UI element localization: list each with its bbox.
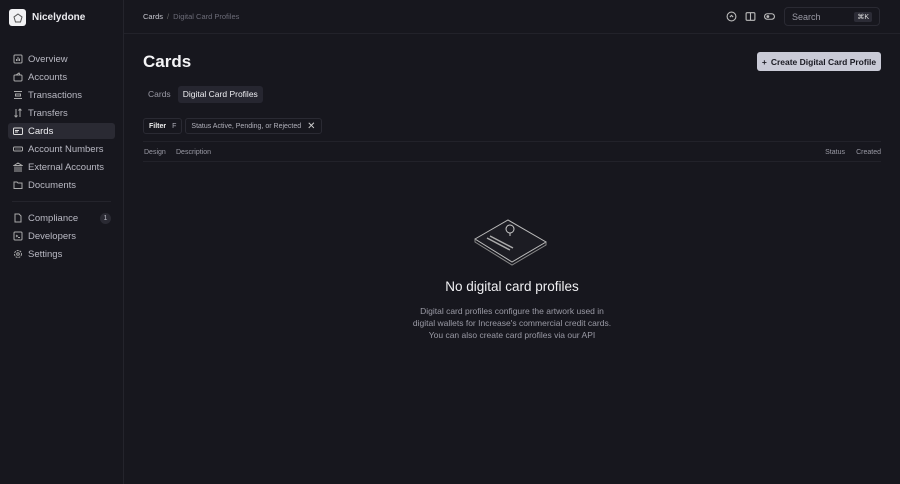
org-logo bbox=[9, 9, 26, 26]
sidebar-item-label: Compliance bbox=[28, 212, 79, 224]
sidebar-item-external-accounts[interactable]: External Accounts bbox=[8, 159, 115, 175]
topbar: Cards / Digital Card Profiles Search ⌘K bbox=[124, 0, 900, 34]
toggle-icon[interactable] bbox=[764, 11, 775, 22]
list-icon bbox=[14, 91, 22, 99]
breadcrumb-separator: / bbox=[167, 12, 170, 21]
column-description[interactable]: Description bbox=[176, 149, 211, 156]
chat-icon[interactable] bbox=[726, 11, 737, 22]
sidebar-item-cards[interactable]: Cards bbox=[8, 123, 115, 139]
sidebar-item-label: Transactions bbox=[28, 89, 83, 101]
sidebar-item-label: Developers bbox=[28, 230, 77, 242]
search-shortcut: ⌘K bbox=[854, 12, 872, 22]
empty-line: You can also create card profiles via ou… bbox=[428, 330, 596, 340]
close-icon[interactable]: ✕ bbox=[307, 121, 315, 132]
breadcrumb-current: Digital Card Profiles bbox=[173, 12, 240, 21]
tabs: Cards Digital Card Profiles bbox=[143, 86, 263, 103]
sidebar-item-transfers[interactable]: Transfers bbox=[8, 105, 115, 121]
breadcrumb: Cards / Digital Card Profiles bbox=[143, 12, 239, 21]
status-filter-label: Status Active, Pending, or Rejected bbox=[191, 122, 302, 130]
tab-cards[interactable]: Cards bbox=[143, 86, 176, 103]
folder-icon bbox=[13, 181, 23, 189]
book-icon[interactable] bbox=[745, 11, 756, 22]
card-illustration-icon bbox=[474, 219, 547, 266]
filter-label: Filter bbox=[149, 122, 167, 130]
sidebar-item-documents[interactable]: Documents bbox=[8, 177, 115, 193]
sidebar-item-developers[interactable]: Developers bbox=[8, 228, 115, 244]
filter-shortcut: F bbox=[172, 122, 177, 130]
sidebar: Nicelydone Overview Accounts Transaction… bbox=[0, 0, 124, 484]
card-icon bbox=[13, 127, 23, 135]
number-icon bbox=[13, 146, 23, 152]
sidebar-item-label: Documents bbox=[28, 179, 77, 191]
sidebar-item-overview[interactable]: Overview bbox=[8, 51, 115, 67]
sidebar-item-transactions[interactable]: Transactions bbox=[8, 87, 115, 103]
empty-line: digital wallets for Increase's commercia… bbox=[412, 318, 612, 328]
org-switcher[interactable]: Nicelydone bbox=[9, 9, 85, 26]
search-placeholder: Search bbox=[792, 12, 821, 22]
table-header: Design Description Status Created bbox=[143, 141, 881, 162]
sidebar-item-label: External Accounts bbox=[28, 161, 105, 173]
empty-line: Digital card profiles configure the artw… bbox=[420, 306, 604, 316]
empty-state: No digital card profiles Digital card pr… bbox=[362, 279, 662, 341]
filter-button[interactable]: Filter F bbox=[143, 118, 183, 134]
sidebar-item-label: Account Numbers bbox=[28, 143, 104, 155]
column-created[interactable]: Created bbox=[856, 149, 881, 156]
sidebar-item-account-numbers[interactable]: Account Numbers bbox=[8, 141, 115, 157]
sidebar-divider bbox=[12, 201, 111, 202]
sidebar-item-label: Overview bbox=[28, 53, 68, 65]
org-name: Nicelydone bbox=[32, 12, 86, 23]
sidebar-item-settings[interactable]: Settings bbox=[8, 246, 115, 262]
page-title: Cards bbox=[143, 52, 192, 71]
sidebar-item-label: Transfers bbox=[28, 107, 68, 119]
sidebar-item-accounts[interactable]: Accounts bbox=[8, 69, 115, 85]
arrows-icon bbox=[14, 108, 22, 118]
create-digital-card-profile-button[interactable]: + Create Digital Card Profile bbox=[757, 52, 881, 71]
column-status[interactable]: Status bbox=[825, 149, 845, 156]
sidebar-item-label: Accounts bbox=[28, 71, 68, 83]
empty-state-title: No digital card profiles bbox=[445, 279, 579, 294]
plus-icon: + bbox=[761, 56, 767, 67]
search-input[interactable]: Search ⌘K bbox=[784, 7, 880, 26]
filter-bar: Filter F Status Active, Pending, or Rejec… bbox=[143, 118, 322, 134]
sidebar-item-label: Cards bbox=[28, 125, 54, 137]
column-design[interactable]: Design bbox=[144, 149, 166, 156]
bank-icon bbox=[13, 162, 23, 172]
document-icon bbox=[14, 213, 22, 223]
sidebar-item-label: Settings bbox=[28, 248, 63, 260]
sidebar-item-compliance[interactable]: Compliance 1 bbox=[8, 210, 115, 226]
status-filter-chip[interactable]: Status Active, Pending, or Rejected ✕ bbox=[185, 118, 322, 134]
wallet-icon bbox=[13, 72, 23, 82]
breadcrumb-parent[interactable]: Cards bbox=[143, 12, 163, 21]
tab-digital-card-profiles[interactable]: Digital Card Profiles bbox=[177, 86, 263, 103]
create-button-label: Create Digital Card Profile bbox=[770, 56, 877, 67]
chart-icon bbox=[13, 54, 23, 64]
empty-state-description: Digital card profiles configure the artw… bbox=[362, 305, 662, 341]
gear-icon bbox=[14, 250, 22, 258]
terminal-icon bbox=[13, 231, 23, 241]
compliance-badge: 1 bbox=[100, 212, 111, 224]
